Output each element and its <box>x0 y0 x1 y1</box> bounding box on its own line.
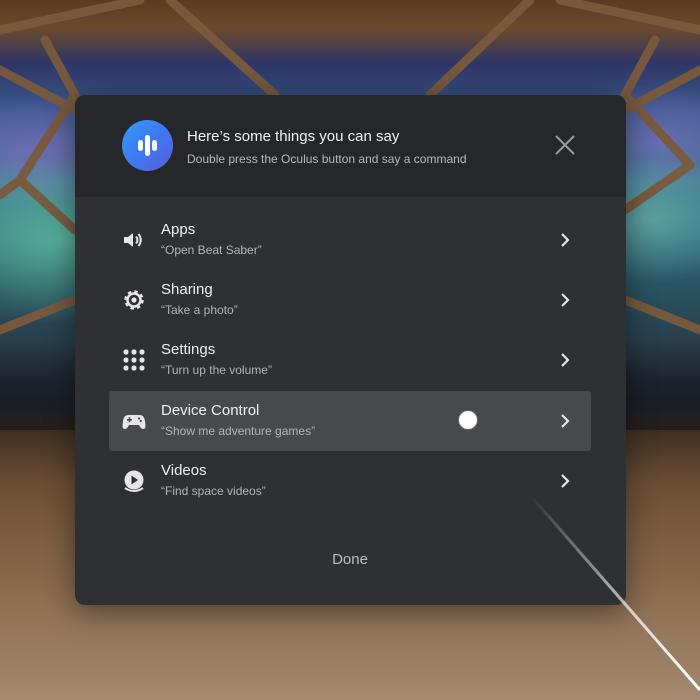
vr-environment: Here’s some things you can say Double pr… <box>0 0 700 700</box>
controller-pointer-ray <box>528 494 700 691</box>
